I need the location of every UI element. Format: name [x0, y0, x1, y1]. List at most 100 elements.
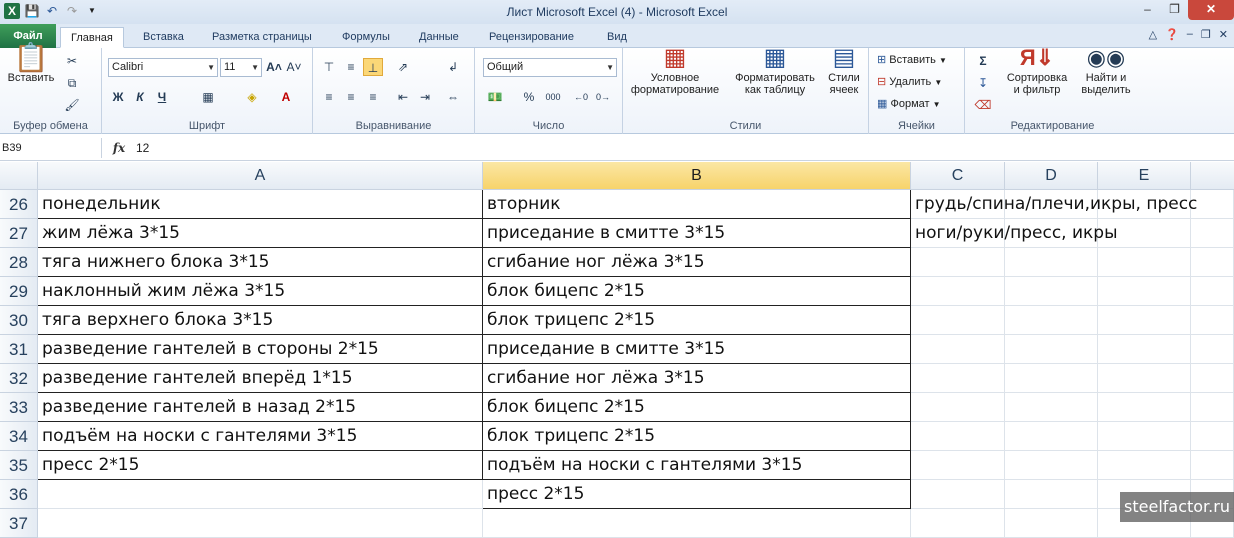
row-header[interactable]: 29 [0, 277, 38, 306]
cell-e[interactable] [1098, 277, 1191, 306]
tab-data[interactable]: Данные [409, 27, 469, 48]
tab-page-layout[interactable]: Разметка страницы [202, 27, 322, 48]
align-top-icon[interactable]: ⊤ [319, 58, 339, 76]
align-middle-icon[interactable]: ≡ [341, 58, 361, 76]
shrink-font-icon[interactable]: A˅ [284, 58, 304, 76]
cell-b[interactable]: блок бицепс 2*15 [483, 277, 911, 306]
align-center-icon[interactable]: ≡ [341, 88, 361, 106]
cell-d[interactable] [1005, 509, 1098, 538]
insert-cells-button[interactable]: ⊞ Вставить ▼ [877, 54, 947, 67]
cell-a[interactable]: подъём на носки с гантелями 3*15 [38, 422, 483, 451]
cell-c[interactable] [911, 248, 1005, 277]
row-header[interactable]: 34 [0, 422, 38, 451]
cell-c[interactable] [911, 364, 1005, 393]
increase-indent-icon[interactable]: ⇥ [415, 88, 435, 106]
cell-e[interactable] [1098, 335, 1191, 364]
cell-a[interactable]: жим лёжа 3*15 [38, 219, 483, 248]
column-header-d[interactable]: D [1005, 162, 1098, 190]
cell-d[interactable] [1005, 277, 1098, 306]
cell-a[interactable]: тяга нижнего блока 3*15 [38, 248, 483, 277]
find-select-button[interactable]: ◉◉ Найти и выделить [1077, 47, 1135, 97]
cell-a[interactable]: пресс 2*15 [38, 451, 483, 480]
cell-a[interactable]: разведение гантелей вперёд 1*15 [38, 364, 483, 393]
workbook-minimize-icon[interactable]: – [1187, 28, 1193, 41]
currency-icon[interactable]: 💵 [485, 88, 505, 106]
cell-f[interactable] [1191, 248, 1234, 277]
cell-a[interactable]: разведение гантелей в стороны 2*15 [38, 335, 483, 364]
row-header[interactable]: 31 [0, 335, 38, 364]
cell-d[interactable] [1005, 248, 1098, 277]
cell-b[interactable]: сгибание ног лёжа 3*15 [483, 364, 911, 393]
cell-c[interactable] [911, 306, 1005, 335]
cell-b[interactable]: вторник [483, 190, 911, 219]
row-header[interactable]: 32 [0, 364, 38, 393]
minimize-icon[interactable]: – [1134, 0, 1161, 20]
cell-c[interactable] [911, 277, 1005, 306]
cell-a[interactable]: наклонный жим лёжа 3*15 [38, 277, 483, 306]
cell-b[interactable]: сгибание ног лёжа 3*15 [483, 248, 911, 277]
cell-c[interactable] [911, 393, 1005, 422]
restore-icon[interactable]: ❐ [1161, 0, 1188, 20]
increase-decimal-icon[interactable]: ←0 [571, 88, 591, 106]
cell-a[interactable]: разведение гантелей в назад 2*15 [38, 393, 483, 422]
column-header-f[interactable] [1191, 162, 1234, 190]
cell-c[interactable] [911, 451, 1005, 480]
format-painter-icon[interactable]: 🖌 [62, 96, 82, 114]
format-as-table-button[interactable]: ▦ Форматировать как таблицу [731, 46, 819, 97]
tab-home[interactable]: Главная [60, 27, 124, 48]
cell-d[interactable] [1005, 364, 1098, 393]
tab-view[interactable]: Вид [597, 27, 637, 48]
cell-e[interactable] [1098, 393, 1191, 422]
fill-icon[interactable]: ↧ [973, 74, 993, 92]
cell-b[interactable]: приседание в смитте 3*15 [483, 219, 911, 248]
wrap-text-icon[interactable]: ↲ [443, 58, 463, 76]
grow-font-icon[interactable]: A˄ [264, 58, 284, 76]
cell-b[interactable]: пресс 2*15 [483, 480, 911, 509]
decrease-indent-icon[interactable]: ⇤ [393, 88, 413, 106]
cell-c[interactable] [911, 335, 1005, 364]
select-all-corner[interactable] [0, 162, 38, 190]
row-header[interactable]: 36 [0, 480, 38, 509]
font-size-select[interactable]: 11 ▼ [220, 58, 262, 77]
copy-icon[interactable]: ⧉ [62, 74, 82, 92]
cell-f[interactable] [1191, 393, 1234, 422]
tab-review[interactable]: Рецензирование [479, 27, 584, 48]
tab-insert[interactable]: Вставка [133, 27, 194, 48]
bold-button[interactable]: Ж [108, 88, 128, 106]
cell-a[interactable] [38, 480, 483, 509]
font-name-select[interactable]: Calibri ▼ [108, 58, 218, 77]
cell-d[interactable] [1005, 422, 1098, 451]
number-format-select[interactable]: Общий ▼ [483, 58, 617, 77]
cell-e[interactable] [1098, 451, 1191, 480]
cell-b[interactable] [483, 509, 911, 538]
cell-f[interactable] [1191, 190, 1234, 219]
fx-icon[interactable]: fx [108, 138, 130, 158]
cell-e[interactable] [1098, 306, 1191, 335]
row-header[interactable]: 35 [0, 451, 38, 480]
cell-e[interactable] [1098, 364, 1191, 393]
cell-f[interactable] [1191, 422, 1234, 451]
cell-c[interactable]: грудь/спина/плечи,икры, пресс [911, 190, 1197, 219]
cell-f[interactable] [1191, 451, 1234, 480]
cell-f[interactable] [1191, 219, 1234, 248]
merge-center-icon[interactable]: ⇔ [443, 88, 463, 106]
row-header[interactable]: 27 [0, 219, 38, 248]
autosum-icon[interactable]: Σ [973, 52, 993, 70]
font-color-icon[interactable]: A [276, 88, 296, 106]
cell-a[interactable] [38, 509, 483, 538]
row-header[interactable]: 28 [0, 248, 38, 277]
close-icon[interactable]: ✕ [1188, 0, 1234, 20]
column-header-a[interactable]: A [38, 162, 483, 190]
align-right-icon[interactable]: ≡ [363, 88, 383, 106]
column-header-b[interactable]: B [483, 162, 911, 190]
cell-c[interactable]: ноги/руки/пресс, икры [911, 219, 1118, 248]
cell-a[interactable]: тяга верхнего блока 3*15 [38, 306, 483, 335]
align-bottom-icon[interactable]: ⊥ [363, 58, 383, 76]
cell-f[interactable] [1191, 335, 1234, 364]
align-left-icon[interactable]: ≡ [319, 88, 339, 106]
thousands-button[interactable]: 000 [541, 88, 565, 106]
italic-button[interactable]: К [130, 88, 150, 106]
percent-button[interactable]: % [519, 88, 539, 106]
cell-d[interactable] [1005, 480, 1098, 509]
delete-cells-button[interactable]: ⊟ Удалить ▼ [877, 76, 942, 89]
